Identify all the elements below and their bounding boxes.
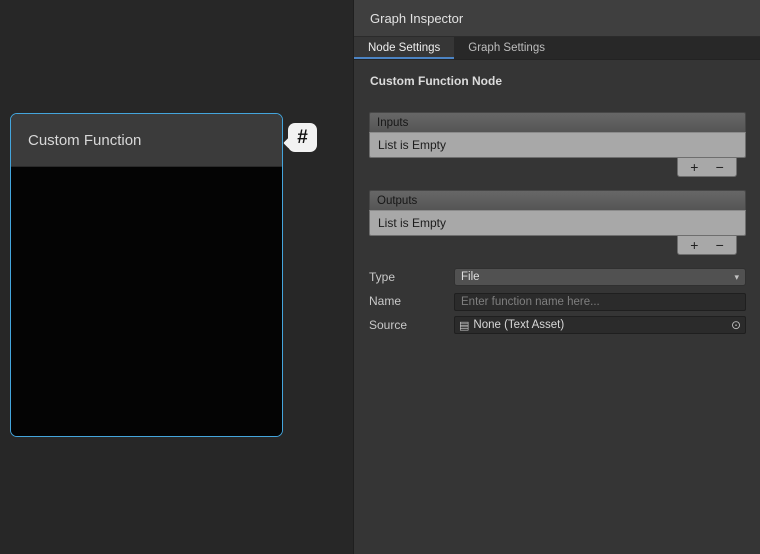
inputs-list-footer-bar: + − xyxy=(677,158,737,177)
outputs-list: Outputs List is Empty + − xyxy=(369,190,746,255)
inspector-content: Custom Function Node Inputs List is Empt… xyxy=(354,60,760,554)
node-header[interactable]: Custom Function xyxy=(11,114,282,167)
name-label: Name xyxy=(369,294,454,308)
object-picker-icon[interactable]: ⊙ xyxy=(727,317,745,333)
inspector-tab-bar: Node Settings Graph Settings xyxy=(354,37,760,60)
type-row: Type File ▾ xyxy=(369,268,746,286)
outputs-list-empty-row: List is Empty xyxy=(369,210,746,236)
node-settings-form: Type File ▾ Name Source ▤ None (Text Ass… xyxy=(369,268,746,334)
inputs-remove-button[interactable]: − xyxy=(711,160,729,174)
outputs-add-button[interactable]: + xyxy=(685,238,703,252)
tab-graph-settings[interactable]: Graph Settings xyxy=(454,37,559,59)
outputs-list-footer-bar: + − xyxy=(677,236,737,255)
section-title: Custom Function Node xyxy=(370,74,746,88)
hash-badge-glyph: # xyxy=(297,127,308,149)
node-preview-body xyxy=(11,167,282,436)
outputs-list-footer: + − xyxy=(369,236,746,255)
outputs-list-header: Outputs xyxy=(369,190,746,210)
type-dropdown-value: File xyxy=(461,271,480,283)
inputs-list-empty-row: List is Empty xyxy=(369,132,746,158)
inputs-list-header: Inputs xyxy=(369,112,746,132)
text-asset-icon: ▤ xyxy=(459,319,469,332)
inspector-header[interactable]: Graph Inspector xyxy=(354,0,760,37)
name-row: Name xyxy=(369,292,746,310)
source-label: Source xyxy=(369,318,454,332)
inspector-title: Graph Inspector xyxy=(370,11,463,26)
hash-badge-icon[interactable]: # xyxy=(288,123,317,152)
inputs-list-footer: + − xyxy=(369,158,746,177)
chevron-down-icon: ▾ xyxy=(734,272,739,283)
inputs-list: Inputs List is Empty + − xyxy=(369,112,746,177)
outputs-list-empty-label: List is Empty xyxy=(378,216,446,230)
graph-inspector-panel: Graph Inspector Node Settings Graph Sett… xyxy=(353,0,760,554)
graph-canvas[interactable]: Custom Function # xyxy=(0,0,353,554)
inputs-add-button[interactable]: + xyxy=(685,160,703,174)
inputs-list-empty-label: List is Empty xyxy=(378,138,446,152)
source-object-value: None (Text Asset) xyxy=(473,319,727,331)
function-name-input[interactable] xyxy=(454,293,746,311)
tab-graph-settings-label: Graph Settings xyxy=(468,42,545,54)
custom-function-node[interactable]: Custom Function xyxy=(10,113,283,437)
outputs-remove-button[interactable]: − xyxy=(711,238,729,252)
outputs-list-header-label: Outputs xyxy=(377,195,417,207)
name-field-wrap xyxy=(454,292,746,310)
tab-node-settings-label: Node Settings xyxy=(368,42,440,54)
tab-node-settings[interactable]: Node Settings xyxy=(354,37,454,59)
node-title: Custom Function xyxy=(28,132,141,149)
type-label: Type xyxy=(369,270,454,284)
type-dropdown[interactable]: File ▾ xyxy=(454,268,746,286)
inputs-list-header-label: Inputs xyxy=(377,117,408,129)
source-object-field[interactable]: ▤ None (Text Asset) ⊙ xyxy=(454,316,746,334)
source-row: Source ▤ None (Text Asset) ⊙ xyxy=(369,316,746,334)
